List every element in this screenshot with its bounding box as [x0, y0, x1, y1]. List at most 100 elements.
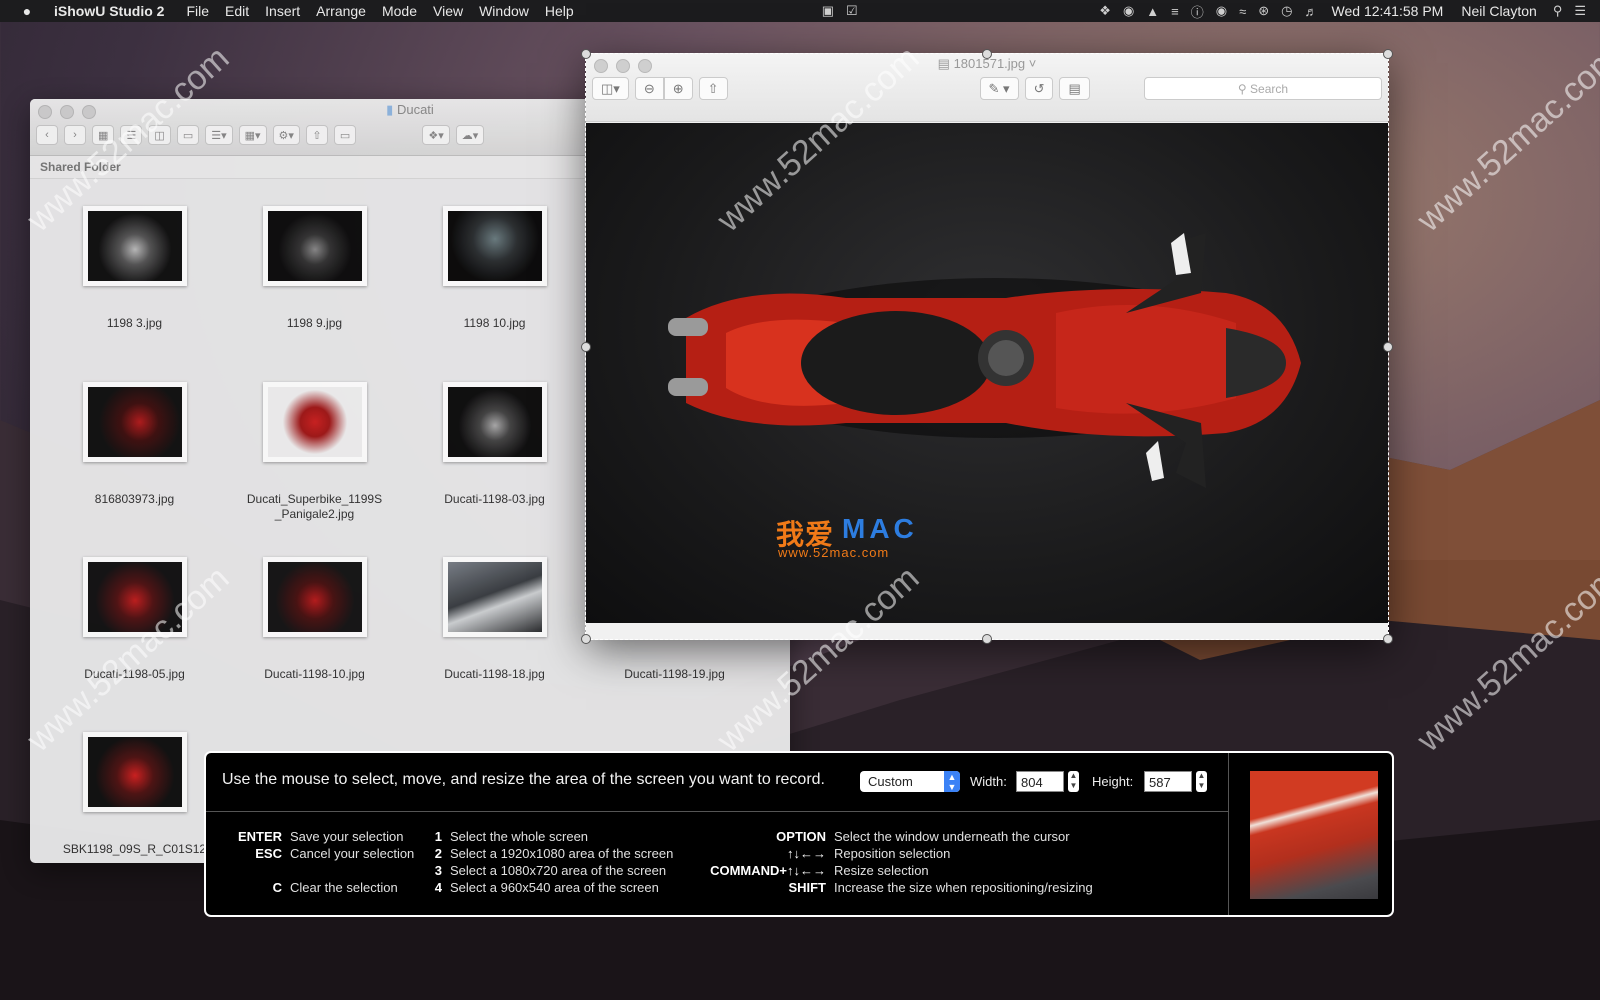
gallery-view-button[interactable]: ▭ — [176, 125, 200, 145]
file-name: Ducati-1198-10.jpg — [264, 667, 365, 681]
globe-icon[interactable]: ◉ — [1216, 3, 1227, 19]
back-button[interactable]: ‹ — [36, 125, 58, 145]
dropbox-button[interactable]: ❖▾ — [422, 125, 450, 145]
arrange-button[interactable]: ☰▾ — [205, 125, 233, 145]
file-item[interactable]: Ducati_Superbike_1199S _Panigale2.jpg — [227, 382, 402, 522]
shortcut-keys-mid: 1 2 3 4 — [434, 829, 442, 895]
file-item[interactable]: SBK1198_09S_R_C01S12 — [47, 732, 222, 857]
file-name: 1198 9.jpg — [286, 316, 343, 330]
height-stepper[interactable]: ▲ ▼ — [1196, 771, 1207, 792]
wifi-icon[interactable]: ≈ — [1239, 4, 1246, 19]
file-name: Ducati-1198-18.jpg — [444, 667, 545, 681]
shortcut-descriptions-right: Select the window underneath the cursor … — [834, 829, 1093, 895]
status-icon[interactable]: ◉ — [1123, 3, 1134, 19]
spotlight-search-icon[interactable]: ⚲ — [1553, 3, 1563, 19]
resize-handle-right[interactable] — [1383, 342, 1393, 352]
file-item[interactable]: Ducati-1198-18.jpg — [407, 557, 582, 682]
resize-handle-bottom-right[interactable] — [1383, 634, 1393, 644]
menubar-clock[interactable]: Wed 12:41:58 PM — [1332, 3, 1444, 19]
icon-view-button[interactable]: ▦ — [92, 125, 115, 145]
resize-handle-top-right[interactable] — [1383, 49, 1393, 59]
menu-arrange[interactable]: Arrange — [316, 3, 366, 19]
file-thumbnail — [82, 732, 187, 812]
file-item[interactable]: 1198 9.jpg — [227, 206, 402, 331]
file-item[interactable]: 1198 3.jpg — [47, 206, 222, 331]
file-thumbnail — [82, 557, 187, 637]
cloud-button[interactable]: ☁▾ — [455, 125, 485, 145]
menu-edit[interactable]: Edit — [225, 3, 249, 19]
elephant-icon[interactable]: ▲ — [1146, 4, 1159, 19]
gear-icon[interactable]: ⚙▾ — [272, 125, 300, 145]
menu-insert[interactable]: Insert — [265, 3, 300, 19]
file-item[interactable]: 816803973.jpg — [47, 382, 222, 507]
folder-icon: ▮ — [386, 102, 394, 117]
width-label: Width: — [970, 774, 1007, 789]
info-icon[interactable]: ⓘ — [1191, 2, 1204, 21]
file-thumbnail — [442, 382, 547, 462]
file-item[interactable]: Ducati-1198-05.jpg — [47, 557, 222, 682]
shortcut-keys-right: OPTION ↑↓←→ COMMAND+↑↓←→ SHIFT — [710, 829, 826, 895]
tag-button[interactable]: ▭ — [333, 125, 357, 145]
menu-bar: ● iShowU Studio 2 File Edit Insert Arran… — [0, 0, 1600, 22]
recording-selection-area[interactable] — [581, 49, 1393, 644]
stack-icon[interactable]: ≡ — [1171, 4, 1179, 19]
panel-divider — [1228, 753, 1229, 915]
checkbox-status-icon[interactable]: ☑ — [846, 3, 858, 19]
file-thumbnail — [262, 382, 367, 462]
file-name: Ducati_Superbike_1199S _Panigale2.jpg — [246, 492, 383, 521]
column-view-button[interactable]: ◫ — [148, 125, 171, 145]
time-machine-icon[interactable]: ◷ — [1281, 3, 1292, 19]
bluetooth-icon[interactable]: ⊛ — [1258, 3, 1269, 19]
file-thumbnail — [262, 206, 367, 286]
magnifier-preview — [1250, 771, 1378, 899]
menubar-user[interactable]: Neil Clayton — [1461, 3, 1536, 19]
file-name: 1198 3.jpg — [106, 316, 163, 330]
width-input[interactable]: 804 — [1016, 771, 1064, 792]
file-thumbnail — [442, 557, 547, 637]
file-name: Ducati-1198-19.jpg — [624, 667, 725, 681]
shortcut-descriptions-left: Save your selection Cancel your selectio… — [290, 829, 415, 895]
panel-header: Use the mouse to select, move, and resiz… — [206, 753, 1228, 812]
file-item[interactable]: 1198 10.jpg — [407, 206, 582, 331]
share-button[interactable]: ⇧ — [305, 125, 328, 145]
finder-toolbar: ‹ › ▦ ☰ ◫ ▭ ☰▾ ▦▾ ⚙▾ ⇧ ▭ ❖▾ ☁▾ — [36, 125, 490, 145]
menu-window[interactable]: Window — [479, 3, 529, 19]
menu-file[interactable]: File — [186, 3, 209, 19]
menu-mode[interactable]: Mode — [382, 3, 417, 19]
select-arrows-icon: ▲ ▼ — [944, 771, 960, 792]
resize-handle-bottom[interactable] — [982, 634, 992, 644]
forward-button[interactable]: › — [64, 125, 86, 145]
file-name: 1198 10.jpg — [463, 316, 526, 330]
dropbox-icon[interactable]: ❖ — [1099, 3, 1111, 19]
shortcut-descriptions-mid: Select the whole screen Select a 1920x10… — [450, 829, 674, 895]
file-thumbnail — [262, 557, 367, 637]
file-thumbnail — [442, 206, 547, 286]
height-input[interactable]: 587 — [1144, 771, 1192, 792]
instruction-text: Use the mouse to select, move, and resiz… — [222, 771, 825, 788]
app-menu[interactable]: iShowU Studio 2 — [54, 3, 164, 19]
file-item[interactable]: Ducati-1198-10.jpg — [227, 557, 402, 682]
file-name: 816803973.jpg — [94, 492, 175, 506]
apple-menu-icon[interactable]: ● — [18, 3, 36, 19]
resize-handle-top-left[interactable] — [581, 49, 591, 59]
resize-handle-bottom-left[interactable] — [581, 634, 591, 644]
selection-instructions-panel: Use the mouse to select, move, and resiz… — [204, 751, 1394, 917]
file-item[interactable]: Ducati-1198-03.jpg — [407, 382, 582, 507]
menu-view[interactable]: View — [433, 3, 463, 19]
volume-icon[interactable]: ♬ — [1305, 4, 1318, 19]
shortcut-keys-left: ENTER ESC C — [237, 829, 282, 895]
file-name: Ducati-1198-03.jpg — [444, 492, 545, 506]
notification-center-icon[interactable]: ☰ — [1574, 3, 1586, 19]
size-preset-select[interactable]: Custom ▲ ▼ — [860, 771, 960, 792]
list-view-button[interactable]: ☰ — [120, 125, 143, 145]
menu-help[interactable]: Help — [545, 3, 574, 19]
height-label: Height: — [1092, 774, 1134, 789]
resize-handle-top[interactable] — [982, 49, 992, 59]
file-thumbnail — [82, 206, 187, 286]
resize-handle-left[interactable] — [581, 342, 591, 352]
file-name: SBK1198_09S_R_C01S12 — [62, 842, 207, 856]
group-button[interactable]: ▦▾ — [238, 125, 267, 145]
file-name: Ducati-1198-05.jpg — [84, 667, 185, 681]
width-stepper[interactable]: ▲ ▼ — [1068, 771, 1079, 792]
screen-capture-icon[interactable]: ▣ — [822, 3, 834, 19]
